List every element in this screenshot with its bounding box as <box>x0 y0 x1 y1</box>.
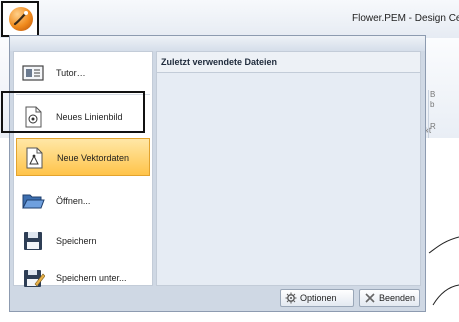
folder-open-icon <box>22 194 45 209</box>
new-vector-data-icon <box>26 147 43 169</box>
menu-bottom-bar: Optionen Beenden <box>13 288 422 310</box>
menu-item-label: Speichern unter... <box>56 273 127 283</box>
options-button-label: Optionen <box>300 293 337 303</box>
app-orb-icon <box>9 7 33 31</box>
options-icon <box>285 292 297 304</box>
window-title: Flower.PEM - Design Ce <box>352 13 459 24</box>
options-button[interactable]: Optionen <box>280 289 354 307</box>
menu-item-label: Neue Vektordaten <box>57 153 130 163</box>
exit-icon <box>365 293 375 303</box>
ribbon-fragment-b: b <box>430 100 435 109</box>
ribbon-fragment-b-top: B <box>430 90 436 99</box>
menu-item-open[interactable]: Öffnen... <box>16 182 150 220</box>
menu-item-label: Tutor… <box>56 68 86 78</box>
recent-files-panel: Zuletzt verwendete Dateien <box>156 51 421 286</box>
application-menu: Tutor… Neues Linienbild Neue Vektordaten <box>9 35 426 312</box>
canvas-design-lines <box>428 236 459 306</box>
save-icon <box>24 232 42 250</box>
selection-highlight-box <box>1 91 145 133</box>
menu-item-label: Speichern <box>56 236 97 246</box>
save-as-icon <box>24 270 45 287</box>
menu-item-tutorial[interactable]: Tutor… <box>16 54 150 92</box>
recent-files-header: Zuletzt verwendete Dateien <box>157 52 420 73</box>
menu-item-save[interactable]: Speichern <box>16 222 150 260</box>
exit-button-label: Beenden <box>379 293 416 303</box>
tutorial-icon <box>22 65 44 81</box>
title-bar: Flower.PEM - Design Ce <box>0 0 459 39</box>
exit-button[interactable]: Beenden <box>359 289 420 307</box>
menu-top-strip <box>10 36 425 51</box>
recent-files-title: Zuletzt verwendete Dateien <box>161 57 278 67</box>
app-menu-button[interactable] <box>1 1 39 37</box>
menu-item-new-vector-data[interactable]: Neue Vektordaten <box>16 138 150 176</box>
menu-item-label: Öffnen... <box>56 196 91 206</box>
menu-commands: Tutor… Neues Linienbild Neue Vektordaten <box>13 51 153 287</box>
